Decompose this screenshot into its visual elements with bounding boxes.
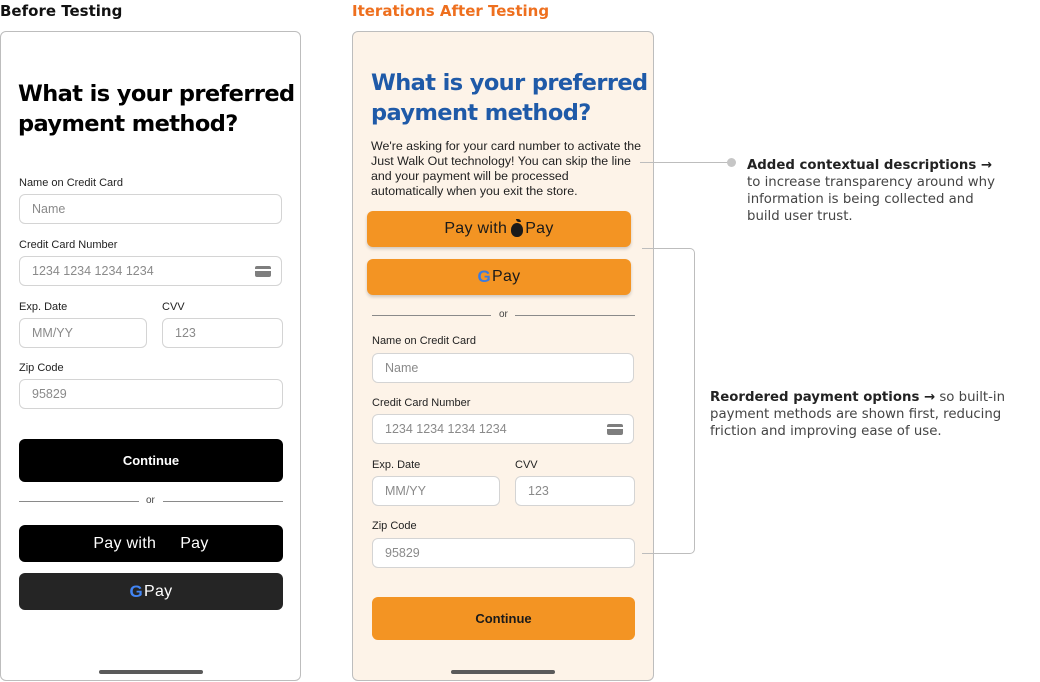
zip-input[interactable]: 95829	[19, 379, 283, 409]
continue-button[interactable]: Continue	[372, 597, 635, 640]
exp-date-input[interactable]: MM/YY	[19, 318, 147, 348]
card-number-input[interactable]: 1234 1234 1234 1234	[372, 414, 634, 444]
after-section-title: Iterations After Testing	[352, 2, 550, 20]
apple-pay-suffix: Pay	[180, 534, 209, 552]
zip-label: Zip Code	[372, 520, 417, 532]
google-pay-button[interactable]: G Pay	[19, 573, 283, 610]
divider-left	[19, 501, 139, 502]
divider-left	[372, 315, 491, 316]
credit-card-icon	[607, 424, 623, 435]
google-g-icon: G	[477, 267, 492, 286]
annotation-2-title: Reordered payment options →	[710, 390, 936, 405]
exp-date-input[interactable]: MM/YY	[372, 476, 500, 506]
annotation-1-title: Added contextual descriptions →	[747, 158, 993, 173]
apple-pay-suffix: Pay	[525, 220, 554, 237]
name-label: Name on Credit Card	[372, 335, 476, 347]
apple-pay-button[interactable]: Pay with Pay	[367, 211, 631, 247]
or-text: or	[499, 309, 508, 320]
continue-button[interactable]: Continue	[19, 439, 283, 482]
exp-date-label: Exp. Date	[372, 459, 421, 471]
continue-label: Continue	[475, 611, 532, 626]
annotation-bracket	[642, 248, 695, 554]
exp-date-label: Exp. Date	[19, 301, 68, 313]
google-pay-label: Pay	[144, 582, 173, 600]
name-label: Name on Credit Card	[19, 177, 123, 189]
cvv-input[interactable]: 123	[515, 476, 635, 506]
continue-label: Continue	[122, 453, 180, 468]
name-input[interactable]: Name	[372, 353, 634, 383]
google-pay-button[interactable]: G Pay	[367, 259, 631, 295]
google-g-icon: G	[129, 581, 144, 601]
zip-input[interactable]: 95829	[372, 538, 635, 568]
divider-right	[515, 315, 635, 316]
annotation-connector-line	[640, 162, 728, 163]
annotation-1-text: to increase transparency around why info…	[747, 175, 995, 224]
name-input[interactable]: Name	[19, 194, 282, 224]
annotation-contextual-descriptions: Added contextual descriptions → to incre…	[747, 157, 997, 225]
credit-card-icon	[255, 266, 271, 277]
cvv-label: CVV	[515, 459, 538, 471]
annotation-reordered-options: Reordered payment options → so built-in …	[710, 389, 1010, 440]
zip-label: Zip Code	[19, 362, 64, 374]
before-section-title: Before Testing	[0, 2, 123, 20]
card-number-placeholder: 1234 1234 1234 1234	[32, 264, 154, 278]
or-text: or	[146, 495, 155, 506]
home-indicator	[98, 670, 203, 674]
apple-pay-button[interactable]: Pay with Pay	[19, 525, 283, 562]
apple-pay-prefix: Pay with	[93, 534, 157, 552]
page-title: What is your preferred payment method?	[18, 81, 295, 137]
card-number-input[interactable]: 1234 1234 1234 1234	[19, 256, 282, 286]
google-pay-label: Pay	[492, 268, 521, 285]
card-number-placeholder: 1234 1234 1234 1234	[385, 422, 507, 436]
page-title: What is your preferred payment method?	[371, 70, 648, 126]
card-number-label: Credit Card Number	[19, 239, 118, 251]
cvv-label: CVV	[162, 301, 185, 313]
card-number-label: Credit Card Number	[372, 397, 471, 409]
contextual-description: We're asking for your card number to act…	[371, 139, 642, 198]
annotation-dot	[727, 158, 736, 167]
after-phone-screen: What is your preferred payment method? W…	[352, 31, 654, 681]
home-indicator	[451, 670, 555, 674]
cvv-input[interactable]: 123	[162, 318, 283, 348]
apple-logo-icon	[511, 219, 524, 237]
apple-pay-prefix: Pay with	[444, 220, 508, 237]
divider-right	[163, 501, 283, 502]
before-phone-screen: What is your preferred payment method? N…	[0, 31, 301, 681]
